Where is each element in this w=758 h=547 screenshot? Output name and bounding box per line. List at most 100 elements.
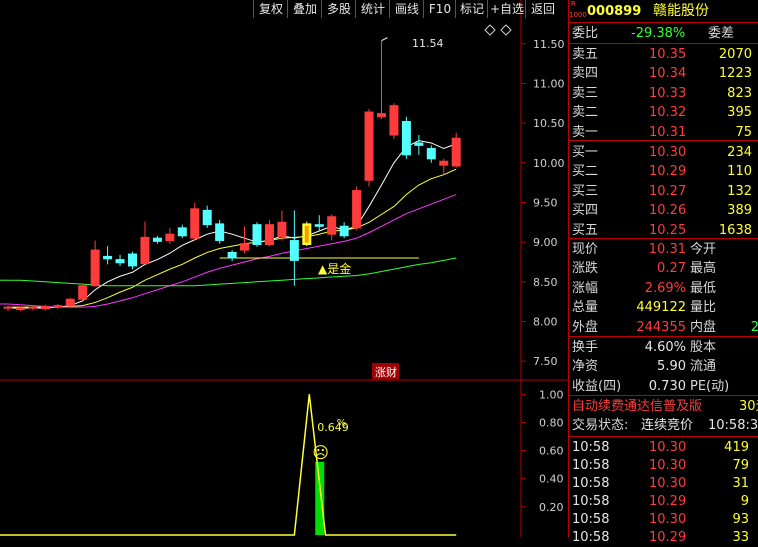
trade-status-time: 10:58:3 — [708, 418, 758, 433]
tick-time: 10:58 — [572, 458, 610, 473]
ad-banner[interactable]: 自动续费通达信普及版 30元 — [569, 397, 758, 416]
toolbar-button-3[interactable]: 统计 — [355, 0, 390, 18]
stock-header: R 1000 000899 赣能股份 — [569, 0, 758, 22]
candle[interactable] — [78, 283, 88, 301]
bids-row[interactable]: 买二 10.29 110 — [569, 162, 758, 181]
fundamental-value: 0.730 — [648, 378, 686, 394]
quote-label-2: 量比 — [690, 300, 717, 316]
candle[interactable] — [352, 186, 362, 231]
candle[interactable] — [377, 40, 386, 120]
candle[interactable] — [3, 305, 13, 312]
bids-row[interactable]: 买三 10.27 132 — [569, 182, 758, 201]
toolbar-button-6[interactable]: 标记 — [455, 0, 488, 18]
asks-label: 卖二 — [572, 105, 599, 121]
asks-row[interactable]: 卖一 10.31 75 — [569, 123, 758, 142]
candle[interactable] — [339, 222, 349, 239]
indicator-tick-label: 0.60 — [539, 445, 564, 458]
asks-volume: 823 — [727, 85, 752, 101]
candle[interactable] — [314, 215, 324, 231]
toolbar-button-2[interactable]: 多股 — [321, 0, 356, 18]
asks-row[interactable]: 卖二 10.32 395 — [569, 103, 758, 122]
candle[interactable] — [414, 135, 424, 155]
asks-row[interactable]: 卖四 10.34 1223 — [569, 64, 758, 83]
candle[interactable] — [140, 221, 150, 265]
candle[interactable] — [165, 227, 175, 244]
toolbar-button-8[interactable]: 返回 — [525, 0, 560, 18]
candle[interactable] — [115, 254, 125, 266]
fundamental-label: 净资 — [572, 359, 599, 375]
tick-row[interactable]: 10:58 10.30 419 — [569, 438, 758, 457]
bids-row[interactable]: 买四 10.26 389 — [569, 201, 758, 220]
diamond-icon-2[interactable] — [500, 24, 512, 36]
candle[interactable] — [177, 224, 187, 239]
tick-price: 10.30 — [649, 458, 687, 473]
tick-price: 10.30 — [649, 476, 687, 491]
candle[interactable] — [215, 219, 225, 244]
asks-price: 10.33 — [649, 85, 687, 101]
candle[interactable] — [53, 304, 63, 309]
toolbar-button-0[interactable]: 复权 — [253, 0, 288, 18]
indicator-tick-label: 0.20 — [539, 501, 564, 514]
indicator-line — [8, 394, 457, 536]
candle[interactable] — [389, 103, 399, 139]
fundamental-label-2: 流通 — [690, 359, 717, 375]
quote-label: 涨跌 — [572, 261, 599, 277]
asks-row[interactable]: 卖五 10.35 2070 — [569, 45, 758, 64]
trade-status-row: 交易状态: 连续竞价 10:58:3 — [569, 416, 758, 435]
candle[interactable] — [90, 240, 100, 287]
tick-row[interactable]: 10:58 10.30 79 — [569, 456, 758, 475]
quote-label-2: 最低 — [690, 280, 717, 296]
candle[interactable] — [152, 235, 162, 244]
toolbar-button-5[interactable]: F10 — [423, 0, 456, 18]
candle[interactable] — [302, 221, 312, 247]
candle[interactable] — [451, 132, 461, 168]
asks-price: 10.31 — [649, 124, 687, 140]
stock-name: 赣能股份 — [653, 3, 709, 19]
candle[interactable] — [289, 210, 299, 286]
tick-volume: 31 — [732, 476, 749, 491]
candle[interactable] — [128, 251, 137, 270]
tick-row[interactable]: 10:58 10.29 33 — [569, 528, 758, 547]
candle[interactable] — [240, 226, 250, 254]
candle[interactable] — [364, 108, 374, 187]
quote-label: 现价 — [572, 242, 599, 257]
candle[interactable] — [28, 305, 38, 311]
candle[interactable] — [40, 304, 50, 311]
bids-row[interactable]: 买一 10.30 234 — [569, 143, 758, 162]
candle[interactable] — [65, 297, 75, 308]
candle[interactable] — [264, 219, 274, 247]
bids-volume: 1638 — [718, 222, 752, 238]
tick-time: 10:58 — [572, 476, 610, 491]
candle[interactable] — [252, 222, 262, 247]
candle[interactable] — [426, 145, 436, 163]
tick-time: 10:58 — [572, 530, 610, 545]
candle[interactable] — [227, 250, 237, 262]
tick-row[interactable]: 10:58 10.30 31 — [569, 474, 758, 493]
candle[interactable] — [401, 116, 411, 159]
candle[interactable] — [202, 205, 212, 228]
candle[interactable] — [277, 210, 287, 241]
bids-row[interactable]: 买五 10.25 1638 — [569, 221, 758, 240]
tick-volume: 9 — [740, 494, 749, 509]
tick-row[interactable]: 10:58 10.30 93 — [569, 510, 758, 529]
ad-tail[interactable]: 30元 — [739, 397, 758, 416]
toolbar-button-1[interactable]: 叠加 — [287, 0, 322, 18]
candle[interactable] — [190, 202, 200, 241]
asks-volume: 1223 — [718, 66, 752, 82]
kline-chart[interactable]: 11.50 11.00 10.50 10.00 9.50 9.00 8.50 8.00 7.50… — [0, 0, 568, 537]
toolbar-button-7[interactable]: +自选 — [487, 0, 526, 18]
event-label[interactable]: 涨财 — [375, 365, 397, 379]
tick-row[interactable]: 10:58 10.29 9 — [569, 492, 758, 511]
candle[interactable] — [327, 214, 337, 241]
asks-label: 卖五 — [572, 47, 599, 62]
bids-label: 买三 — [572, 183, 599, 199]
indicator-plot: 0.649%☹ — [0, 394, 457, 536]
diamond-icon[interactable] — [484, 24, 496, 36]
toolbar-button-4[interactable]: 画线 — [389, 0, 424, 18]
asks-row[interactable]: 卖三 10.33 823 — [569, 84, 758, 103]
ad-text[interactable]: 自动续费通达信普及版 — [572, 397, 702, 416]
fundamental-row: 收益(四) 0.730 PE(动) — [569, 377, 758, 396]
indicator-bar — [315, 461, 325, 535]
candle[interactable] — [439, 158, 449, 175]
candle[interactable] — [103, 246, 113, 265]
